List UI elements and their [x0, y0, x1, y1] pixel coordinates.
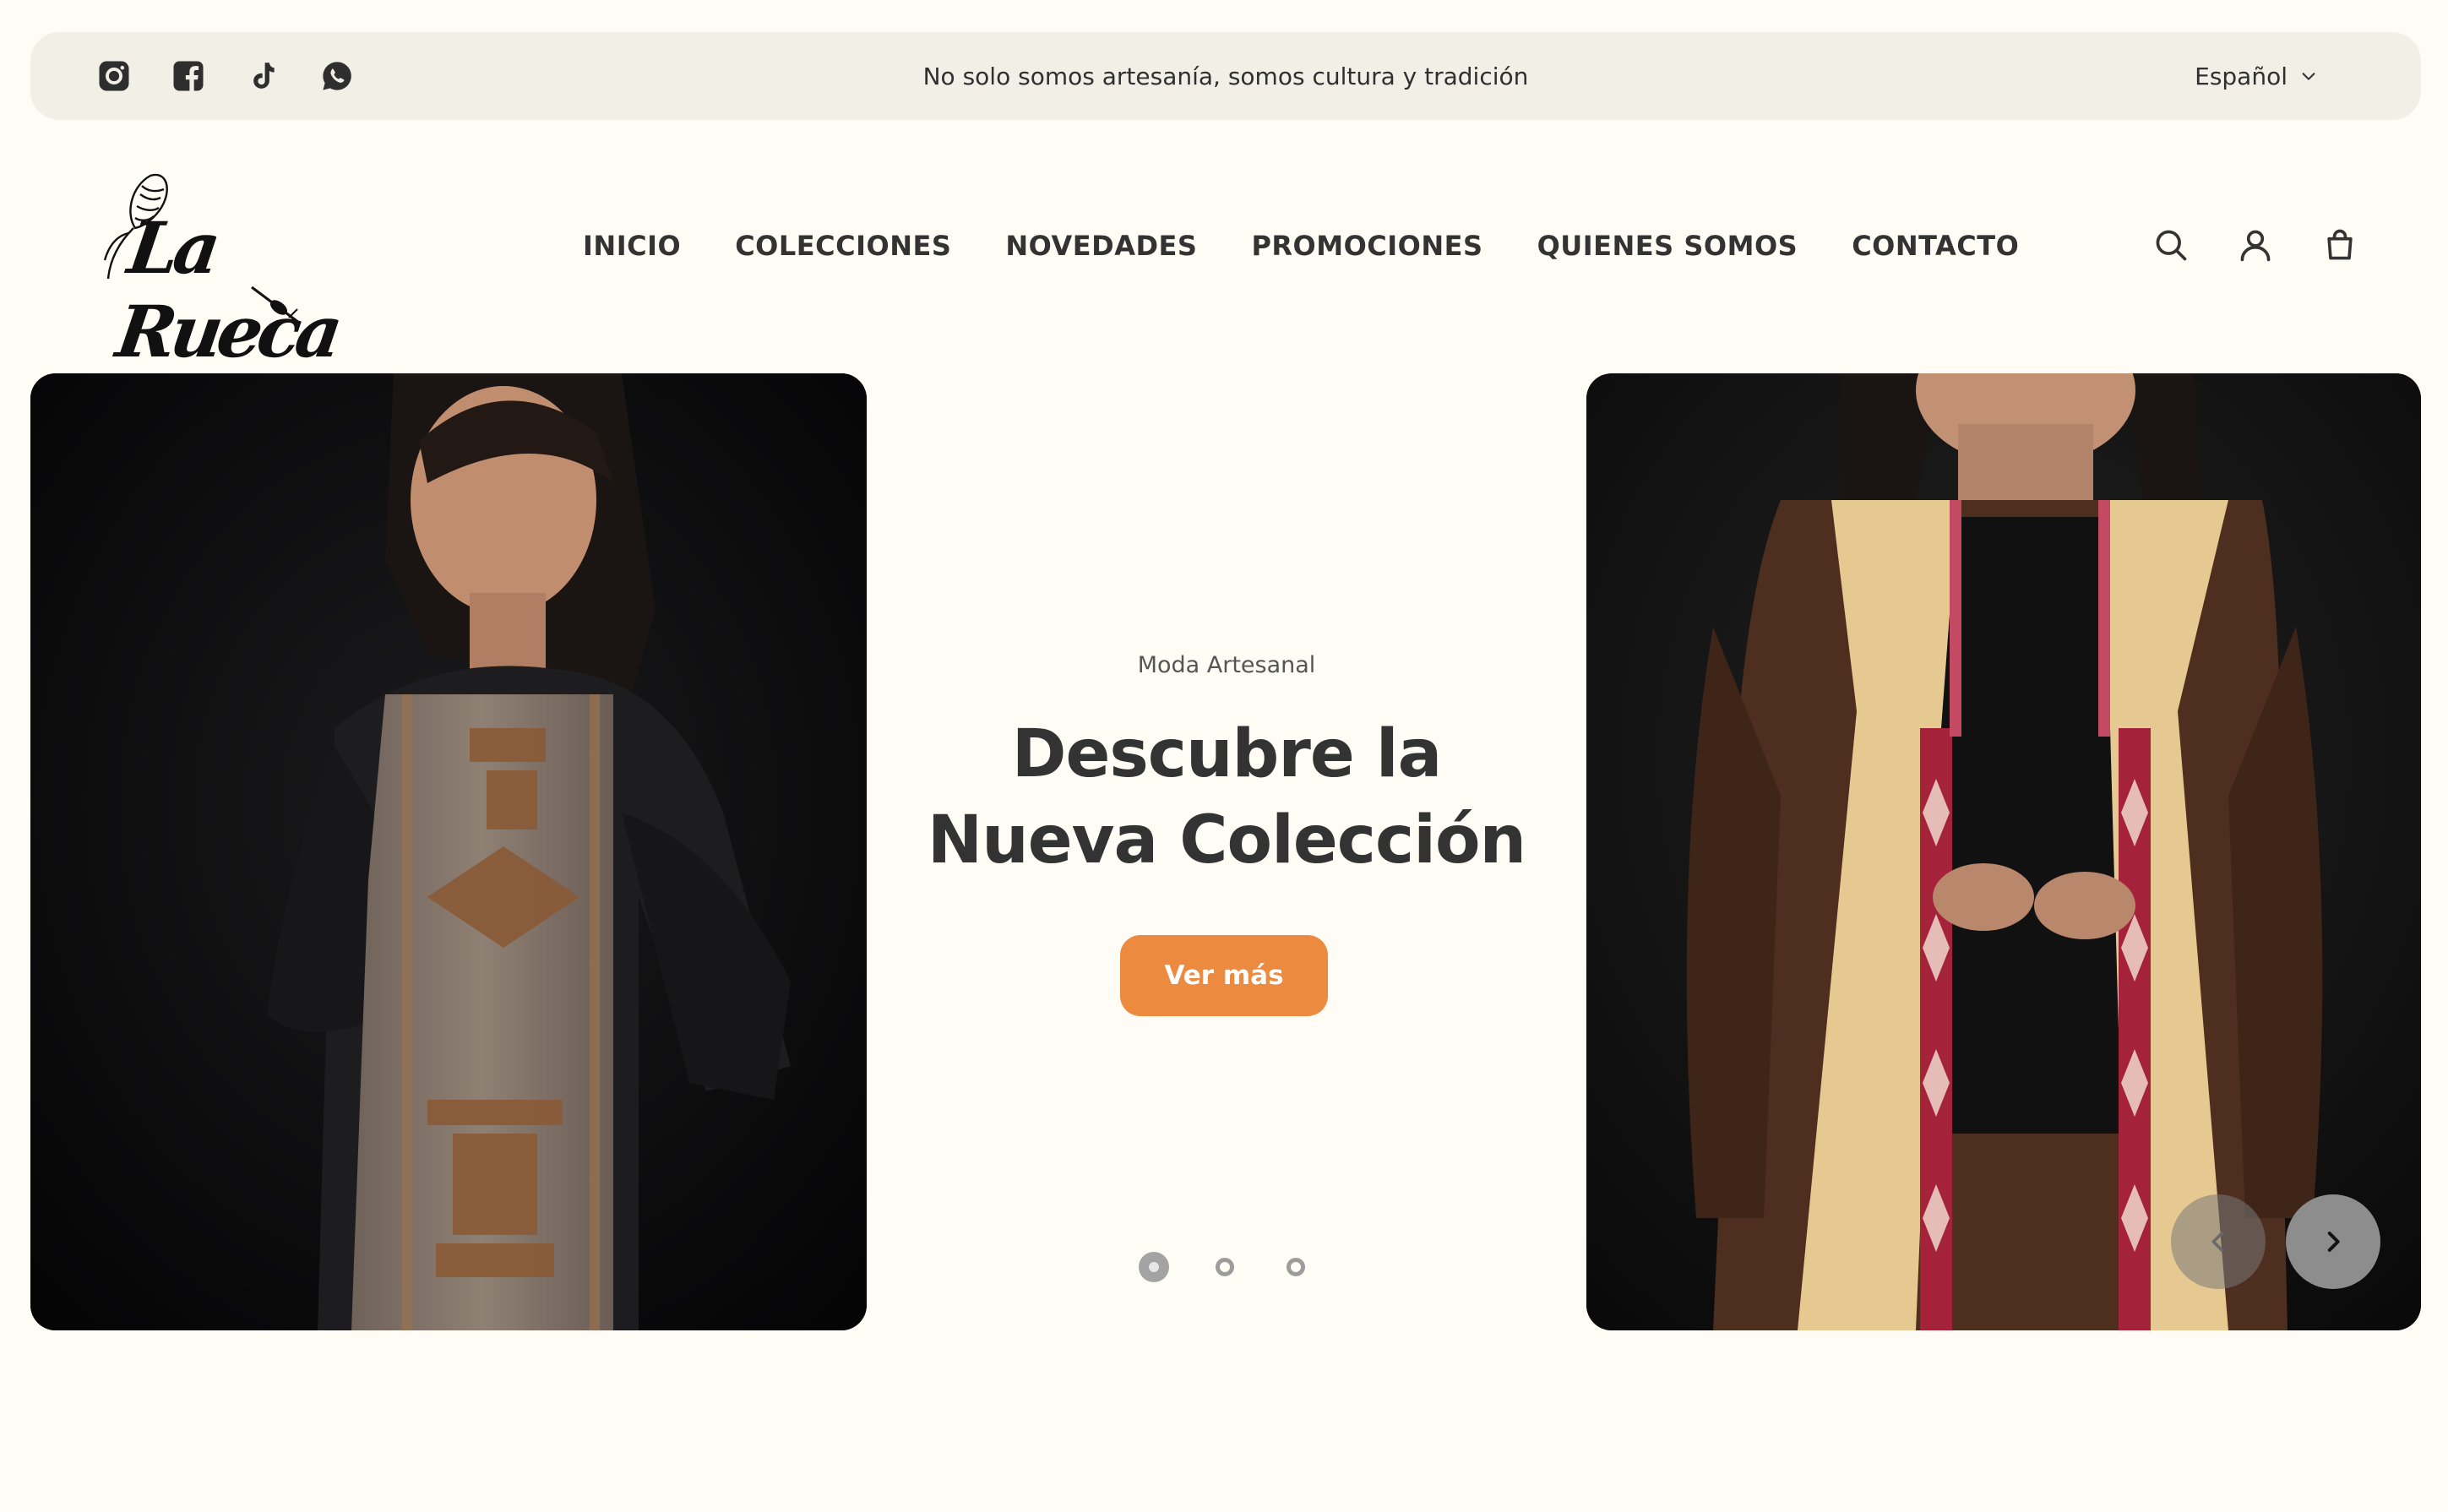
nav-item-novedades[interactable]: NOVEDADES	[1005, 230, 1197, 262]
chevron-right-icon	[2327, 1232, 2340, 1252]
slide-dot-2[interactable]	[1210, 1252, 1240, 1282]
announcement-text: No solo somos artesanía, somos cultura y…	[922, 62, 1529, 90]
carousel-next-button[interactable]	[2286, 1194, 2380, 1289]
chevron-down-icon	[2302, 73, 2315, 80]
language-label: Español	[2195, 62, 2288, 90]
carousel-prev-button[interactable]	[2171, 1194, 2266, 1289]
slide-pagination	[1139, 1252, 1311, 1282]
search-icon[interactable]	[2152, 226, 2190, 264]
instagram-icon[interactable]	[96, 58, 132, 94]
hero-title-line-1: Descubre la	[1011, 716, 1443, 792]
hero-eyebrow: Moda Artesanal	[1137, 652, 1316, 678]
hero-title: Descubre la Nueva Colección	[867, 711, 1586, 884]
whatsapp-icon[interactable]	[319, 58, 355, 94]
model-photo-left	[30, 373, 867, 1330]
nav-item-colecciones[interactable]: COLECCIONES	[735, 230, 951, 262]
main-nav: INICIO COLECCIONES NOVEDADES PROMOCIONES…	[583, 221, 2019, 270]
cart-icon[interactable]	[2321, 226, 2358, 264]
facebook-icon[interactable]	[171, 58, 206, 94]
ver-mas-button[interactable]: Ver más	[1120, 935, 1328, 1016]
account-icon[interactable]	[2237, 226, 2274, 264]
hero-content: Moda Artesanal Descubre la Nueva Colecci…	[867, 373, 1586, 1330]
nav-item-quienes-somos[interactable]: QUIENES SOMOS	[1537, 230, 1798, 262]
logo-text: La Rueca	[112, 206, 343, 373]
header-actions	[2152, 226, 2358, 264]
hero-image-right	[1586, 373, 2421, 1330]
nav-item-inicio[interactable]: INICIO	[583, 230, 681, 262]
hero-image-left	[30, 373, 867, 1330]
nav-item-promociones[interactable]: PROMOCIONES	[1251, 230, 1482, 262]
chevron-left-icon	[2211, 1232, 2224, 1252]
announcement-bar: No solo somos artesanía, somos cultura y…	[30, 32, 2421, 120]
slide-dot-1[interactable]	[1139, 1252, 1169, 1282]
language-selector[interactable]: Español	[2195, 32, 2318, 120]
tiktok-icon[interactable]	[245, 58, 280, 94]
social-links	[96, 32, 355, 120]
hero-title-line-2: Nueva Colección	[927, 802, 1526, 878]
slide-dot-3[interactable]	[1281, 1252, 1311, 1282]
model-photo-right	[1586, 373, 2421, 1330]
logo[interactable]: La Rueca	[91, 169, 345, 373]
nav-item-contacto[interactable]: CONTACTO	[1852, 230, 2019, 262]
